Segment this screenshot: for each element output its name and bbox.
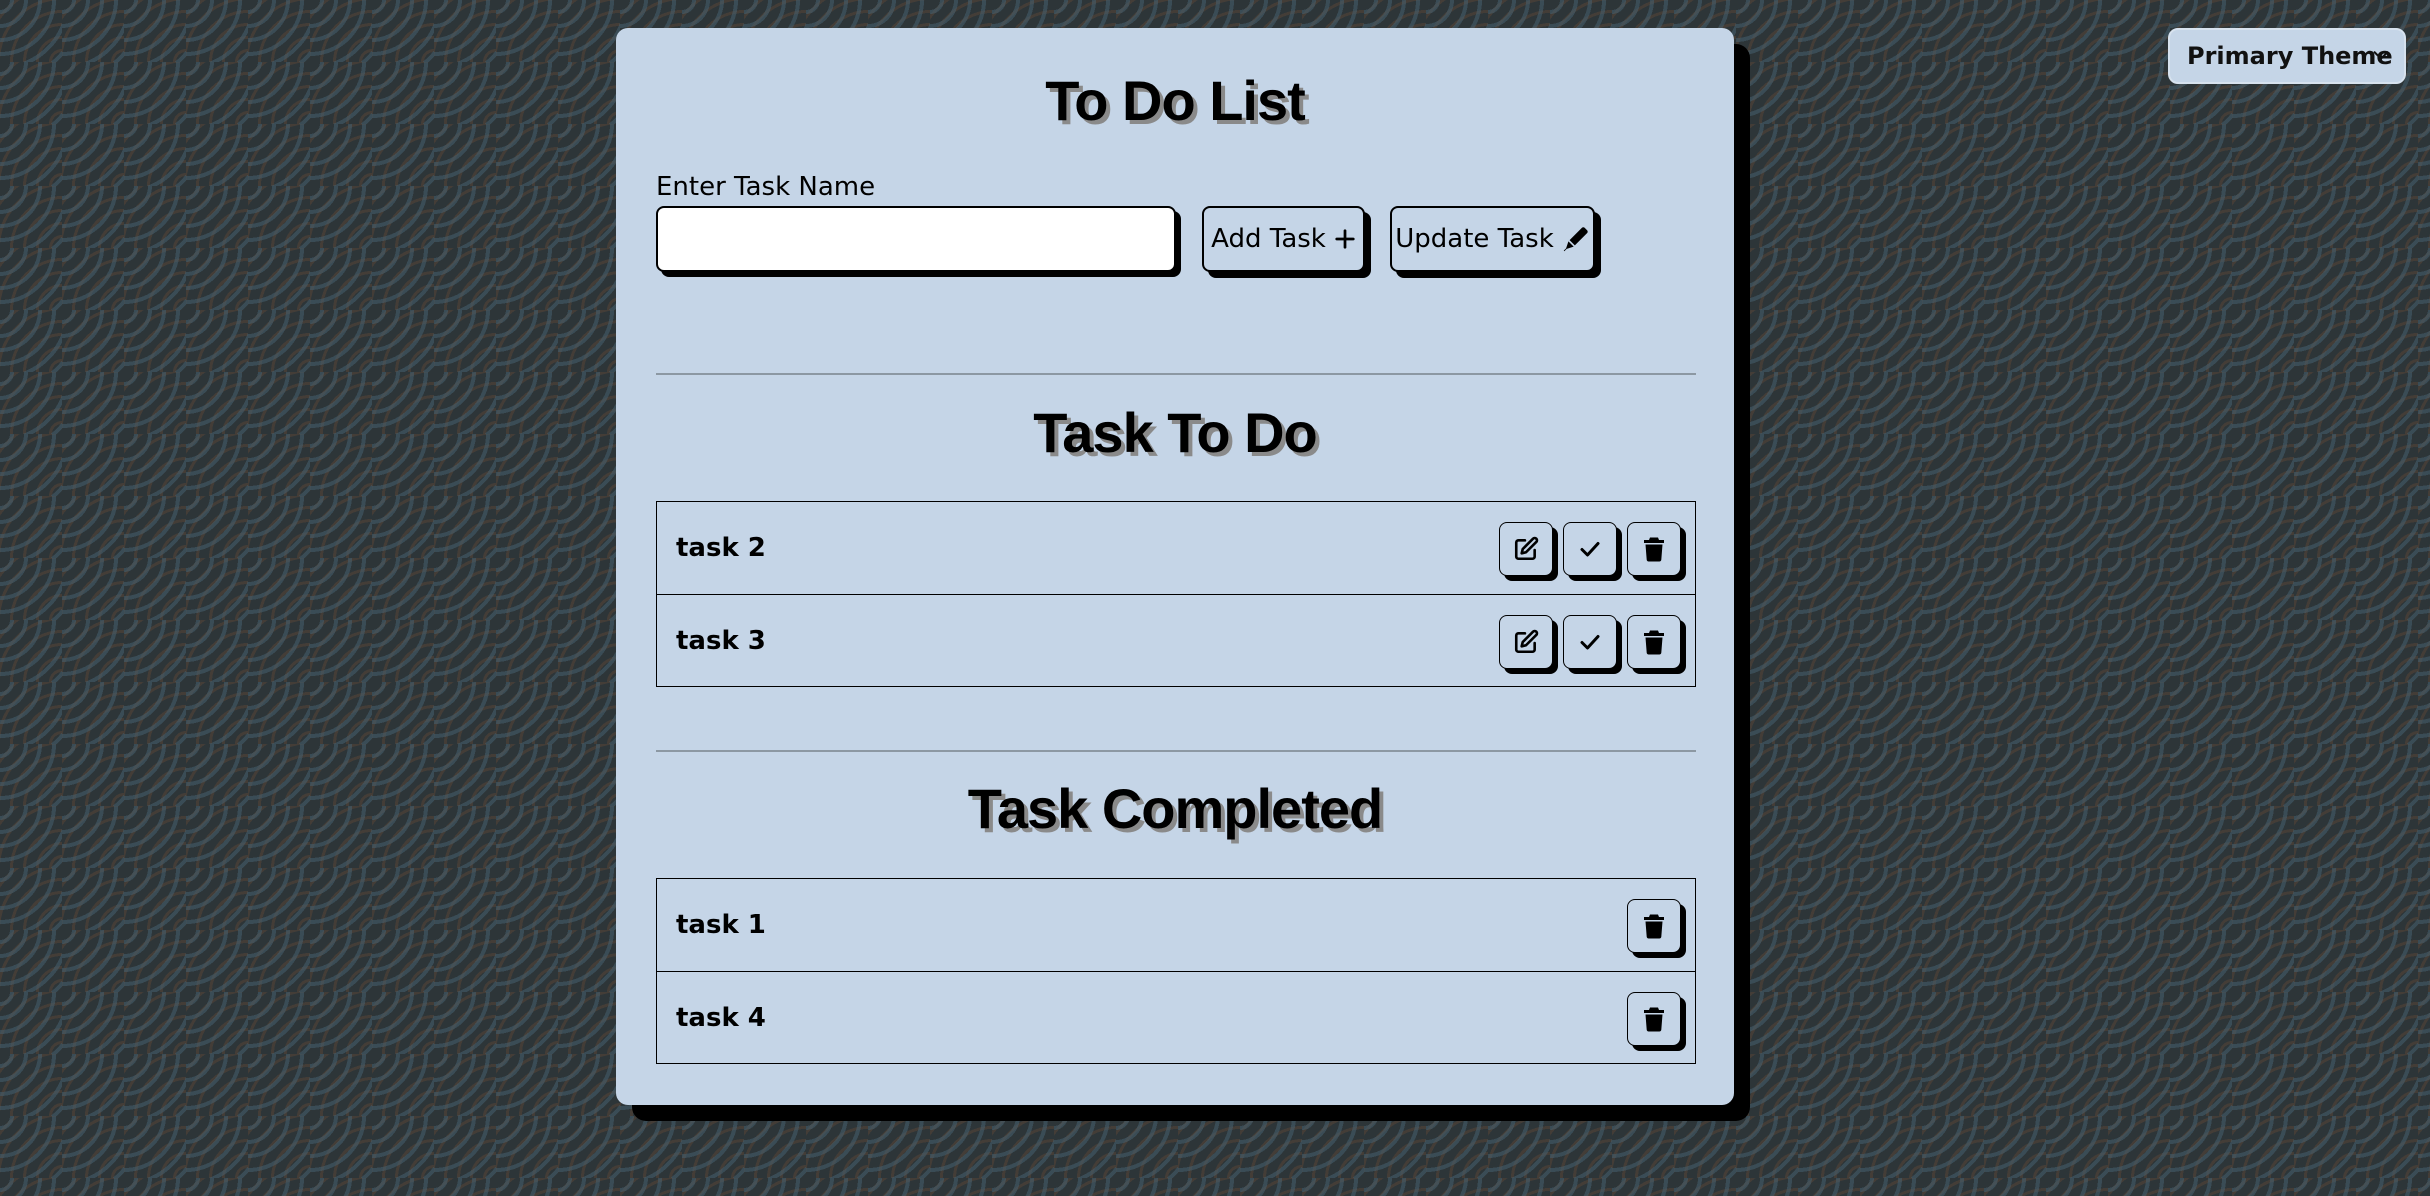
todo-heading: Task To Do: [1033, 401, 1318, 464]
add-task-label: Add Task: [1211, 224, 1326, 254]
update-task-label: Update Task: [1395, 224, 1554, 254]
theme-select-value: Primary Theme: [2187, 42, 2393, 70]
todo-card: To Do List Enter Task Name Add Task Upda…: [616, 28, 1734, 1105]
task-name: task 2: [676, 533, 766, 563]
check-icon: [1580, 542, 1600, 557]
task-name-input[interactable]: [656, 206, 1176, 272]
page-title: To Do List: [1045, 69, 1306, 132]
theme-select[interactable]: Primary Theme: [2168, 28, 2406, 84]
update-task-button[interactable]: Update Task: [1390, 206, 1595, 272]
edit-task-button[interactable]: [1499, 615, 1553, 669]
divider: [656, 373, 1696, 375]
delete-task-button[interactable]: [1627, 615, 1681, 669]
delete-task-button[interactable]: [1627, 992, 1681, 1046]
completed-heading: Task Completed: [967, 777, 1383, 840]
trash-icon: [1644, 630, 1664, 655]
task-name: task 1: [676, 910, 766, 940]
edit-icon: [1514, 629, 1539, 654]
complete-task-button[interactable]: [1563, 615, 1617, 669]
trash-icon: [1644, 1007, 1664, 1032]
task-name: task 3: [676, 625, 766, 656]
list-item: task 3: [657, 594, 1695, 686]
add-task-button[interactable]: Add Task: [1202, 206, 1365, 272]
todo-list: task 2 task 3: [656, 501, 1696, 687]
plus-icon: [1335, 229, 1355, 249]
delete-task-button[interactable]: [1627, 522, 1681, 576]
chevron-down-icon: [2373, 51, 2389, 60]
task-name-label: Enter Task Name: [656, 172, 876, 202]
edit-icon: [1514, 536, 1539, 561]
trash-icon: [1644, 537, 1664, 562]
divider: [656, 750, 1696, 752]
completed-list: task 1 task 4: [656, 878, 1696, 1064]
list-item: task 1: [657, 879, 1695, 971]
task-name: task 4: [676, 1002, 766, 1033]
trash-icon: [1644, 914, 1664, 939]
pen-icon: [1563, 227, 1588, 252]
complete-task-button[interactable]: [1563, 522, 1617, 576]
edit-task-button[interactable]: [1499, 522, 1553, 576]
list-item: task 4: [657, 971, 1695, 1063]
list-item: task 2: [657, 502, 1695, 594]
check-icon: [1580, 635, 1600, 650]
delete-task-button[interactable]: [1627, 899, 1681, 953]
